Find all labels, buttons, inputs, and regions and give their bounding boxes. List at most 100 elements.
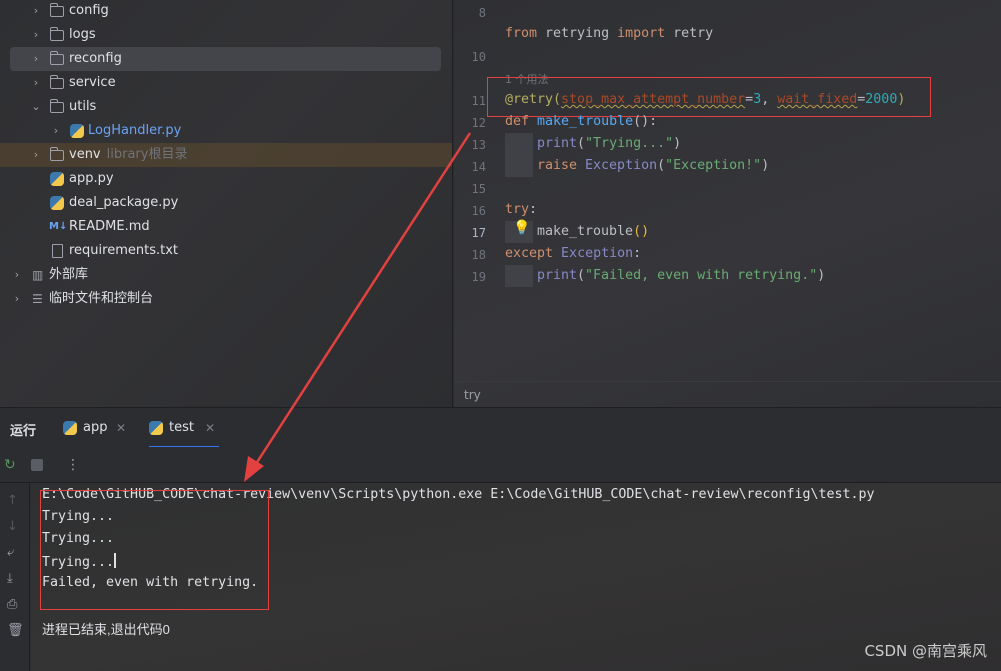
tree-item-scratches[interactable]: › ☰ 临时文件和控制台	[0, 287, 452, 311]
trash-icon[interactable]: 🗑	[7, 623, 24, 638]
run-tab-test[interactable]: test ✕	[149, 420, 219, 448]
editor-breadcrumb[interactable]: try	[454, 381, 1001, 407]
chevron-right-icon[interactable]: ›	[30, 71, 42, 95]
tree-item-label: reconfig	[69, 51, 122, 66]
tree-item-label: venv library根目录	[69, 147, 188, 162]
package-folder-icon	[49, 75, 64, 89]
tree-item-logs[interactable]: › logs	[0, 23, 452, 47]
line-number: 10	[471, 50, 486, 64]
code-line-try[interactable]: try:	[505, 202, 537, 217]
run-toolbar: ↻ ⋮	[0, 447, 1001, 483]
tree-item-service[interactable]: › service	[0, 71, 452, 95]
chevron-right-icon[interactable]: ›	[11, 263, 23, 287]
tree-item-external-libraries[interactable]: › ▥ 外部库	[0, 263, 452, 287]
scroll-down-icon[interactable]: ↓	[7, 519, 18, 534]
console-side-toolbar: ↑ ↓ ⤶ ⤓ ⎙ 🗑	[0, 483, 30, 671]
run-tab-app[interactable]: app ✕	[63, 420, 129, 448]
folder-icon	[49, 3, 64, 17]
folder-icon	[49, 51, 64, 65]
library-icon: ▥	[32, 268, 44, 282]
print-icon[interactable]: ⎙	[7, 597, 17, 612]
tree-item-label: 外部库	[49, 267, 89, 282]
line-number: 14	[471, 160, 486, 174]
tree-item-reconfig[interactable]: › reconfig	[10, 47, 441, 71]
tree-item-readme[interactable]: M↓ README.md	[0, 215, 452, 239]
folder-icon	[49, 99, 64, 113]
tree-item-deal-package[interactable]: deal_package.py	[0, 191, 452, 215]
tree-item-utils[interactable]: ⌄ utils	[0, 95, 452, 119]
line-number: 11	[471, 94, 486, 108]
tree-item-requirements[interactable]: requirements.txt	[0, 239, 452, 263]
chevron-right-icon[interactable]: ›	[30, 0, 42, 23]
tree-item-label: LogHandler.py	[88, 123, 182, 138]
tree-item-app-py[interactable]: app.py	[0, 167, 452, 191]
code-line-call[interactable]: make_trouble()	[537, 224, 649, 239]
code-editor[interactable]: 8 10 11 12 13 14 15 16 17 18 19 from ret…	[454, 0, 1001, 407]
decorator-highlight-box	[487, 77, 931, 117]
code-line-import[interactable]: from retrying import retry	[505, 26, 713, 41]
tree-item-config[interactable]: › config	[0, 0, 452, 23]
run-panel-title: 运行	[10, 424, 37, 439]
run-tab-label: app	[83, 420, 108, 435]
python-file-icon	[70, 124, 84, 138]
folder-icon	[49, 27, 64, 41]
tree-item-label: logs	[69, 27, 96, 42]
library-root-hint: library根目录	[106, 147, 188, 162]
close-icon[interactable]: ✕	[116, 421, 126, 435]
python-file-icon	[50, 196, 64, 210]
lightbulb-icon[interactable]: 💡	[513, 220, 530, 236]
tree-item-label: config	[69, 3, 109, 18]
tree-item-label: service	[69, 75, 116, 90]
tree-item-loghandler[interactable]: › LogHandler.py	[0, 119, 452, 143]
python-file-icon	[149, 421, 163, 435]
scratches-icon: ☰	[32, 292, 43, 306]
tree-item-label: requirements.txt	[69, 243, 179, 258]
tree-item-venv[interactable]: › venv library根目录	[0, 143, 452, 167]
code-line-def[interactable]: def make_trouble():	[505, 114, 657, 129]
line-number: 15	[471, 182, 486, 196]
code-line-print-failed[interactable]: print("Failed, even with retrying.")	[537, 268, 825, 283]
python-file-icon	[50, 172, 64, 186]
run-tool-header: 运行 app ✕ test ✕	[0, 407, 1001, 448]
chevron-right-icon[interactable]: ›	[30, 47, 42, 71]
chevron-right-icon[interactable]: ›	[50, 119, 62, 143]
console-output[interactable]: E:\Code\GitHUB_CODE\chat-review\venv\Scr…	[31, 483, 1001, 671]
text-file-icon	[52, 244, 63, 258]
scroll-up-icon[interactable]: ↑	[7, 493, 18, 508]
tree-item-label: app.py	[69, 171, 114, 186]
rerun-icon[interactable]: ↻	[4, 457, 16, 473]
stop-icon[interactable]	[31, 459, 43, 471]
tree-item-label: README.md	[69, 219, 150, 234]
tree-item-label: utils	[69, 99, 97, 114]
chevron-right-icon[interactable]: ›	[30, 143, 42, 167]
line-number: 19	[471, 270, 486, 284]
scroll-to-end-icon[interactable]: ⤓	[7, 571, 13, 586]
output-highlight-box	[40, 490, 269, 610]
project-tree: › config › logs › reconfig › service ⌄ u…	[0, 0, 453, 407]
more-options-icon[interactable]: ⋮	[66, 457, 80, 473]
line-number: 18	[471, 248, 486, 262]
line-number: 17	[471, 226, 486, 240]
chevron-right-icon[interactable]: ›	[30, 23, 42, 47]
line-number: 13	[471, 138, 486, 152]
folder-icon	[49, 147, 64, 161]
tree-item-label: deal_package.py	[69, 195, 179, 210]
indent-guide	[505, 133, 533, 155]
indent-guide	[505, 265, 533, 287]
breadcrumb-label[interactable]: try	[464, 388, 481, 402]
close-icon[interactable]: ✕	[205, 421, 215, 435]
watermark: CSDN @南宫乘风	[864, 642, 987, 660]
python-file-icon	[63, 421, 77, 435]
code-line-except[interactable]: except Exception:	[505, 246, 641, 261]
markdown-file-icon: M↓	[49, 221, 68, 232]
chevron-right-icon[interactable]: ›	[11, 287, 23, 311]
tree-item-label: 临时文件和控制台	[49, 291, 154, 306]
code-line-raise[interactable]: raise Exception("Exception!")	[537, 158, 769, 173]
indent-guide	[505, 155, 533, 177]
line-number: 12	[471, 116, 486, 130]
line-number: 16	[471, 204, 486, 218]
soft-wrap-icon[interactable]: ⤶	[7, 545, 14, 560]
chevron-down-icon[interactable]: ⌄	[30, 95, 42, 119]
code-line-print-trying[interactable]: print("Trying...")	[537, 136, 681, 151]
line-number: 8	[478, 6, 486, 20]
